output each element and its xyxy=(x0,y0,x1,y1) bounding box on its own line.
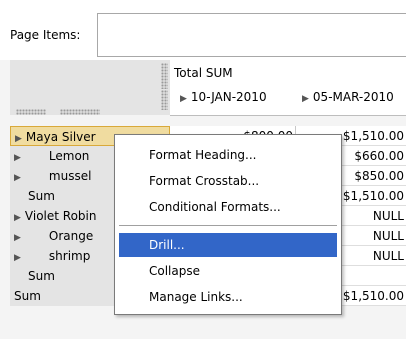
context-menu: Format Heading... Format Crosstab... Con… xyxy=(114,134,342,315)
row-header-label: Orange xyxy=(48,229,94,243)
row-header-label: Sum xyxy=(28,269,55,283)
menu-item-format-heading[interactable]: Format Heading... xyxy=(115,143,341,167)
column-header-area: Total SUM ▶ 10-JAN-2010 ▶ 05-MAR-2010 xyxy=(170,60,406,116)
page-items-label: Page Items: xyxy=(10,28,81,42)
expand-triangle-icon[interactable]: ▶ xyxy=(14,233,21,243)
row-header-label: Sum xyxy=(14,289,41,303)
menu-separator xyxy=(119,225,337,227)
column-drag-grip-icon[interactable] xyxy=(161,90,168,110)
expand-triangle-icon[interactable]: ▶ xyxy=(302,94,309,104)
row-drag-grip-icon[interactable] xyxy=(16,109,46,115)
row-header-label: shrimp xyxy=(48,249,91,263)
expand-triangle-icon[interactable]: ▶ xyxy=(14,253,21,263)
page-items-drop-zone[interactable] xyxy=(97,13,406,57)
menu-item-drill[interactable]: Drill... xyxy=(119,233,337,257)
row-header-label: Maya Silver xyxy=(25,130,96,144)
row-header-label: mussel xyxy=(48,169,92,183)
column-header-date-2[interactable]: ▶ 05-MAR-2010 xyxy=(302,90,394,104)
menu-item-manage-links[interactable]: Manage Links... xyxy=(115,285,341,309)
column-header-date-1[interactable]: ▶ 10-JAN-2010 xyxy=(180,90,267,104)
crosstab-corner xyxy=(10,60,171,115)
row-header-label: Violet Robin xyxy=(24,209,97,223)
menu-item-collapse[interactable]: Collapse xyxy=(115,259,341,283)
expand-triangle-icon[interactable]: ▶ xyxy=(180,94,187,104)
menu-item-conditional-formats[interactable]: Conditional Formats... xyxy=(115,195,341,219)
row-header-label: Sum xyxy=(28,189,55,203)
column-drag-grip-icon[interactable] xyxy=(161,63,168,89)
measure-header: Total SUM xyxy=(174,66,233,80)
expand-triangle-icon[interactable]: ▶ xyxy=(15,134,22,144)
expand-triangle-icon[interactable]: ▶ xyxy=(14,213,21,223)
row-drag-grip-icon[interactable] xyxy=(60,109,100,115)
expand-triangle-icon[interactable]: ▶ xyxy=(14,153,21,163)
row-header-label: Lemon xyxy=(48,149,90,163)
menu-item-format-crosstab[interactable]: Format Crosstab... xyxy=(115,169,341,193)
expand-triangle-icon[interactable]: ▶ xyxy=(14,173,21,183)
page-items-bar: Page Items: xyxy=(0,0,406,60)
